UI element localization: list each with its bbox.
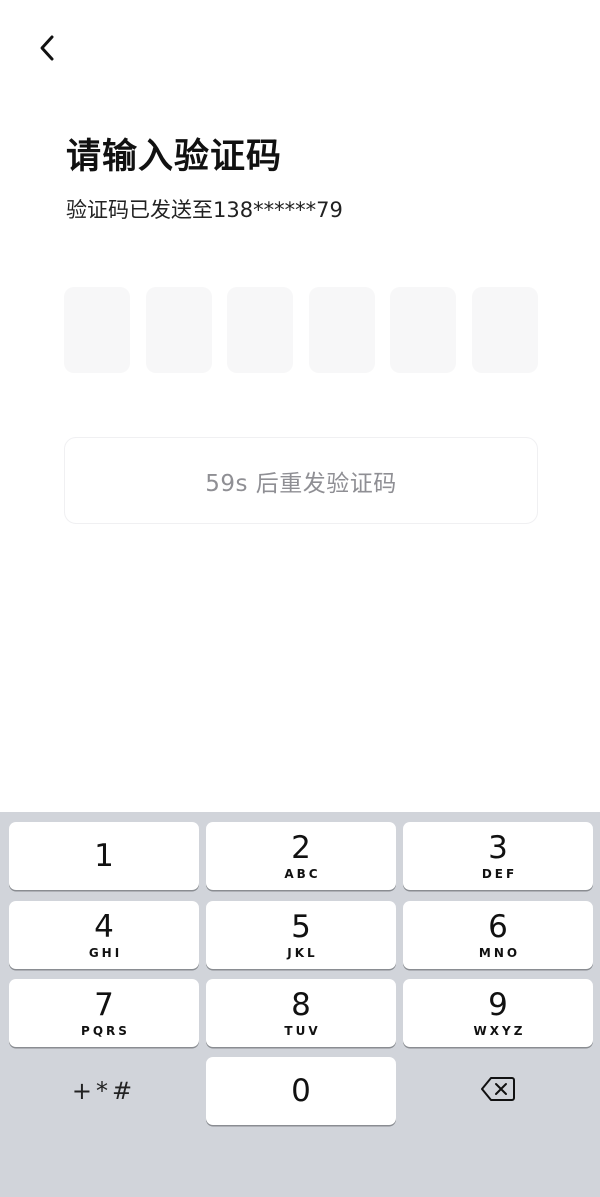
key-number: 6 <box>488 909 508 945</box>
key-number: 1 <box>94 838 114 874</box>
key-letters: PQRS <box>81 1024 130 1038</box>
verification-code-screen: 请输入验证码 验证码已发送至138******79 59s 后重发验证码 1 2… <box>0 0 600 1197</box>
key-letters: DEF <box>481 867 518 881</box>
key-number: 2 <box>291 830 311 866</box>
key-1[interactable]: 1 <box>9 822 199 890</box>
key-number: 3 <box>488 830 508 866</box>
key-4[interactable]: 4 GHI <box>9 901 199 969</box>
code-digit-box[interactable] <box>145 287 212 373</box>
chevron-left-icon <box>37 34 59 66</box>
delete-key[interactable] <box>403 1057 593 1125</box>
backspace-icon <box>480 1076 516 1106</box>
key-8[interactable]: 8 TUV <box>206 979 396 1047</box>
code-digit-box[interactable] <box>390 287 457 373</box>
key-9[interactable]: 9 WXYZ <box>403 979 593 1047</box>
numeric-keypad: 1 2 ABC 3 DEF 4 GHI 5 JKL 6 MNO 7 PQRS 8 <box>0 812 600 1197</box>
key-letters: GHI <box>88 946 123 960</box>
resend-code-button[interactable]: 59s 后重发验证码 <box>64 437 538 524</box>
key-7[interactable]: 7 PQRS <box>9 979 199 1047</box>
key-letters: ABC <box>284 867 321 881</box>
key-number: 8 <box>291 987 311 1023</box>
key-letters: TUV <box>284 1024 321 1038</box>
code-digit-box[interactable] <box>227 287 294 373</box>
page-title: 请输入验证码 <box>66 137 283 177</box>
key-number: 9 <box>488 987 508 1023</box>
symbols-key[interactable]: +*# <box>9 1057 199 1125</box>
code-digit-box[interactable] <box>64 287 130 373</box>
key-number: 0 <box>291 1073 311 1109</box>
key-6[interactable]: 6 MNO <box>403 901 593 969</box>
key-0[interactable]: 0 <box>206 1057 396 1125</box>
key-letters: JKL <box>287 946 318 960</box>
key-number: 7 <box>94 987 114 1023</box>
symbols-label: +*# <box>71 1077 137 1105</box>
back-button[interactable] <box>28 30 68 70</box>
key-3[interactable]: 3 DEF <box>403 822 593 890</box>
code-digit-box[interactable] <box>308 287 375 373</box>
key-number: 4 <box>94 909 114 945</box>
key-5[interactable]: 5 JKL <box>206 901 396 969</box>
key-number: 5 <box>291 909 311 945</box>
key-2[interactable]: 2 ABC <box>206 822 396 890</box>
sent-to-text: 验证码已发送至138******79 <box>66 198 343 222</box>
code-digit-box[interactable] <box>471 287 538 373</box>
key-letters: MNO <box>478 946 521 960</box>
key-letters: WXYZ <box>473 1024 526 1038</box>
code-input-group[interactable] <box>64 287 538 373</box>
